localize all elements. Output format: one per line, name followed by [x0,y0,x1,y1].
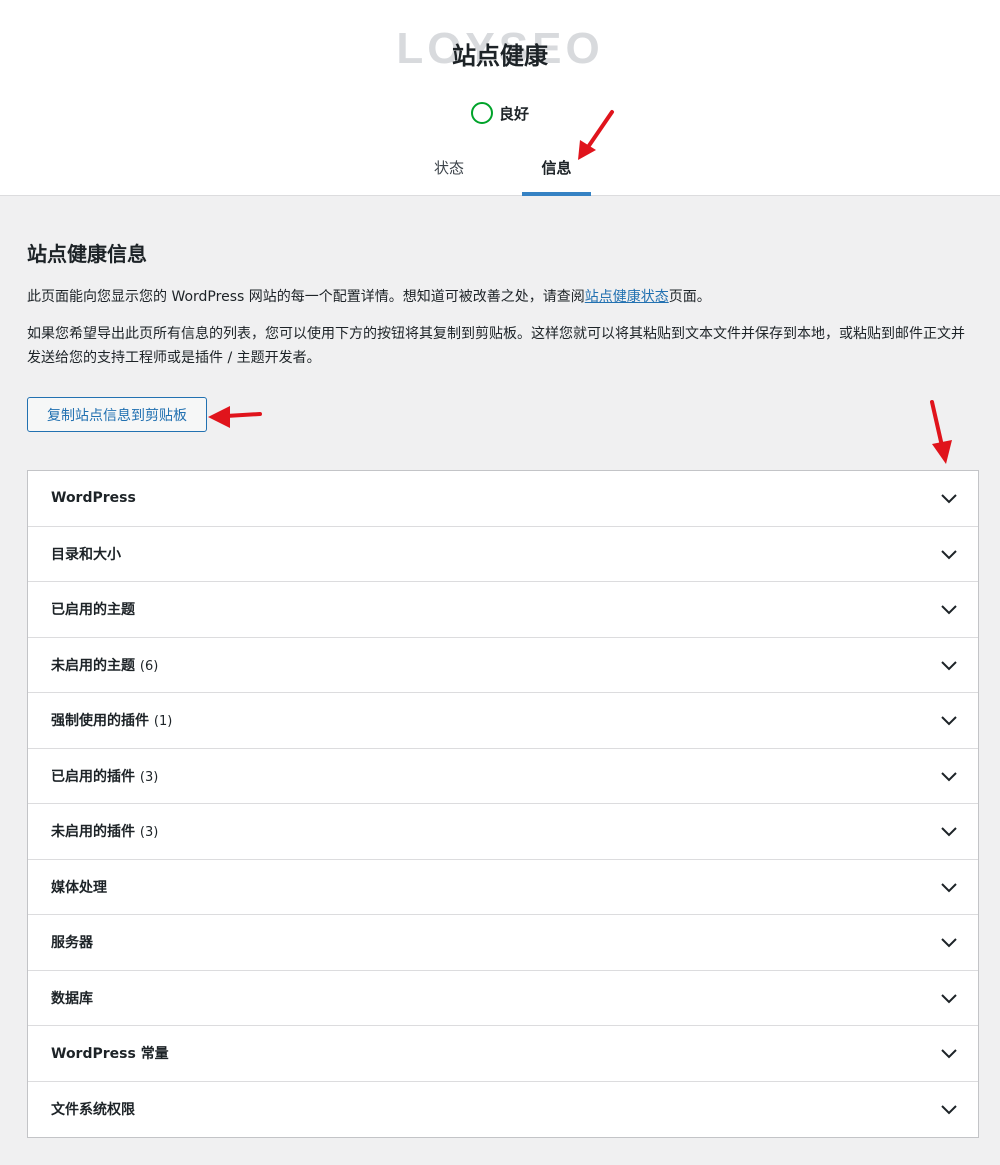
intro-paragraph: 此页面能向您显示您的 WordPress 网站的每一个配置详情。想知道可被改善之… [27,286,977,308]
accordion-item-label: 服务器 [51,932,93,952]
accordion-item[interactable]: 已启用的主题 [28,582,978,638]
info-accordion: WordPress 目录和大小 已启用的主题 未启用的主题 (6) 强制使用的插件 (1… [27,470,979,1138]
accordion-item-title: 已启用的主题 [51,602,135,619]
accordion-item-title: 媒体处理 [51,879,107,896]
accordion-item[interactable]: 未启用的插件 (3) [28,804,978,860]
export-paragraph: 如果您希望导出此页所有信息的列表，您可以使用下方的按钮将其复制到剪贴板。这样您就… [27,326,965,366]
tab-status[interactable]: 状态 [418,150,480,196]
accordion-item-title: 强制使用的插件 [51,713,149,730]
chevron-down-icon [941,605,957,615]
site-health-status-link[interactable]: 站点健康状态 [585,289,669,305]
chevron-down-icon [941,883,957,893]
accordion-item[interactable]: 文件系统权限 [28,1082,978,1138]
chevron-down-icon [941,938,957,948]
accordion-item-title: 数据库 [51,990,93,1007]
accordion-item-label: 目录和大小 [51,544,121,564]
tab-bar: 状态 信息 [0,150,1000,196]
accordion-item[interactable]: 目录和大小 [28,527,978,582]
accordion-item-title: WordPress 常量 [51,1046,169,1063]
accordion-item[interactable]: 强制使用的插件 (1) [28,693,978,749]
accordion-item-label: 已启用的插件 (3) [51,766,158,786]
chevron-down-icon [941,661,957,671]
accordion-item[interactable]: 数据库 [28,971,978,1026]
annotation-arrow-icon [930,400,952,464]
chevron-down-icon [941,550,957,560]
accordion-item-title: 未启用的插件 [51,824,135,841]
chevron-down-icon [941,1049,957,1059]
chevron-down-icon [941,827,957,837]
intro-text-end: 页面。 [668,289,711,305]
chevron-down-icon [941,994,957,1004]
accordion-item-label: 文件系统权限 [51,1099,135,1119]
accordion-item-title: 服务器 [51,935,93,952]
accordion-item[interactable]: 未启用的主题 (6) [28,638,978,693]
accordion-item-title: 文件系统权限 [51,1102,135,1119]
accordion-item-title: 目录和大小 [51,546,121,563]
chevron-down-icon [941,772,957,782]
section-title: 站点健康信息 [27,242,147,266]
accordion-item-title: 已启用的插件 [51,768,135,785]
accordion-item-label: 未启用的主题 (6) [51,655,158,675]
annotation-arrow-icon [208,406,262,428]
accordion-item-count: (1) [153,714,173,730]
page-title: 站点健康 [452,42,548,70]
accordion-item[interactable]: 媒体处理 [28,860,978,915]
copy-site-info-button[interactable]: 复制站点信息到剪贴板 [27,397,207,432]
accordion-item-label: 强制使用的插件 (1) [51,710,172,730]
page-header: LOYSEO 站点健康 良好 状态 信息 [0,0,1000,196]
chevron-down-icon [941,494,957,504]
health-status: 良好 [0,102,1000,124]
accordion-item[interactable]: WordPress 常量 [28,1026,978,1082]
annotation-arrow-icon [578,110,614,160]
accordion-item-count: (6) [139,658,159,674]
status-text: 良好 [498,104,529,123]
accordion-item-label: WordPress [51,490,136,506]
status-ring-icon [470,102,493,124]
accordion-item-count: (3) [139,769,159,785]
accordion-item-title: 未启用的主题 [51,657,135,674]
accordion-item[interactable]: WordPress [28,471,978,527]
accordion-item-count: (3) [139,825,159,841]
accordion-item[interactable]: 已启用的插件 (3) [28,749,978,804]
accordion-item-label: WordPress 常量 [51,1043,169,1063]
accordion-item-label: 已启用的主题 [51,599,135,619]
intro-text: 此页面能向您显示您的 WordPress 网站的每一个配置详情。想知道可被改善之… [27,289,585,305]
accordion-item-label: 媒体处理 [51,877,107,897]
chevron-down-icon [941,1105,957,1115]
accordion-item[interactable]: 服务器 [28,915,978,971]
accordion-item-label: 数据库 [51,988,93,1008]
chevron-down-icon [941,716,957,726]
accordion-item-title: WordPress [51,490,136,507]
accordion-item-label: 未启用的插件 (3) [51,821,158,841]
